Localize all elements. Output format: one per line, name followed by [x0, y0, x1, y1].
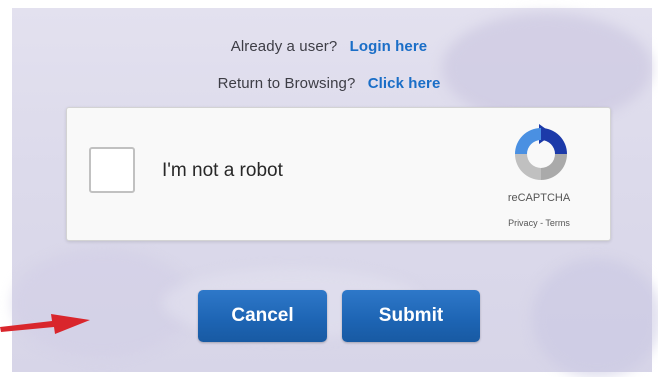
terms-link[interactable]: Terms [545, 218, 570, 228]
recaptcha-checkbox[interactable] [89, 147, 135, 193]
cancel-button[interactable]: Cancel [198, 290, 327, 342]
recaptcha-brand: reCAPTCHA [507, 192, 571, 204]
login-prompt-row: Already a user? Login here [0, 38, 658, 55]
browse-link[interactable]: Click here [368, 75, 441, 92]
login-link[interactable]: Login here [350, 38, 428, 55]
background-blur [532, 258, 658, 377]
browse-prompt-row: Return to Browsing? Click here [0, 75, 658, 92]
screen: Already a user? Login here Return to Bro… [0, 0, 658, 377]
browse-prompt: Return to Browsing? [217, 75, 356, 92]
recaptcha-checkbox-label: I'm not a robot [162, 160, 283, 181]
recaptcha-logo-icon [515, 124, 567, 180]
submit-button[interactable]: Submit [342, 290, 480, 342]
existing-user-prompt: Already a user? [230, 38, 338, 55]
privacy-link[interactable]: Privacy [508, 218, 538, 228]
recaptcha-links: Privacy - Terms [485, 218, 593, 228]
recaptcha-widget: I'm not a robot reCAPTCHA Privacy - Term… [66, 107, 611, 241]
red-arrow-icon [0, 314, 90, 334]
